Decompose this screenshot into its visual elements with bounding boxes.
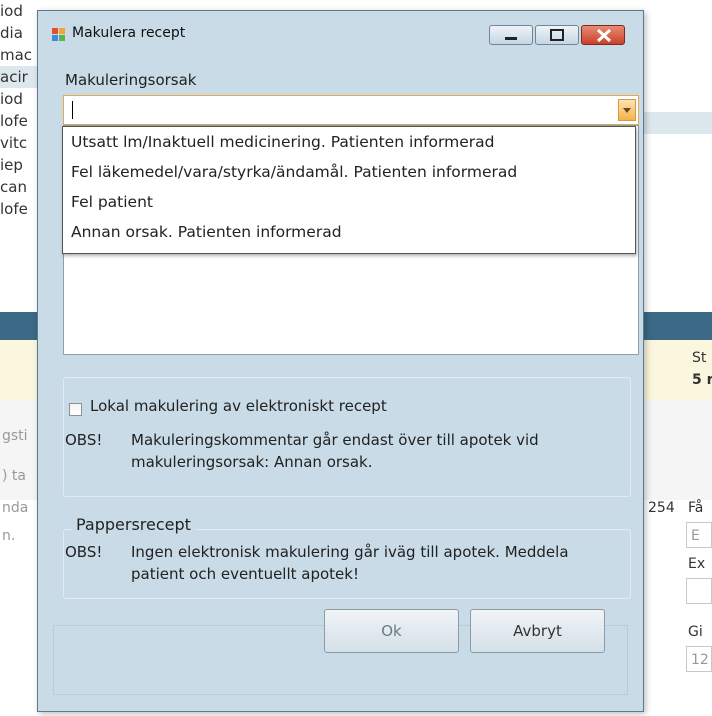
dialog-title: Makulera recept [72,25,186,41]
bg-st-label: St [692,350,707,366]
list-item[interactable]: lofe [0,198,28,220]
list-item[interactable]: vitc [0,132,27,154]
bg-gi-field[interactable]: 12 [686,646,712,672]
list-item[interactable]: iod [0,0,23,22]
bg-ta-label: ) ta [2,468,26,484]
maximize-button[interactable] [535,25,579,45]
ok-label: Ok [381,622,402,640]
list-item[interactable]: iod [0,88,23,110]
local-cancel-label[interactable]: Lokal makulering av elektroniskt recept [90,397,387,415]
obs-tag-1: OBS! [65,431,103,449]
bg-n-label: n. [2,528,16,544]
bg-ex-label: Ex [688,556,706,572]
app-icon [52,27,66,41]
obs-text-1-line1: Makuleringskommentar går endast över til… [131,431,539,449]
minimize-button[interactable] [489,25,533,45]
cancel-button[interactable]: Avbryt [470,609,605,653]
bg-gi-label: Gi [688,624,703,640]
bg-count-label: 5 r [692,372,712,388]
bg-fa-label: Få [688,500,704,516]
close-icon [596,28,612,43]
obs-text-1-line2: makuleringsorsak: Annan orsak. [131,453,373,471]
list-item[interactable]: can [0,176,27,198]
dropdown-arrow-icon [623,108,631,113]
dropdown-option[interactable]: Utsatt lm/Inaktuell medicinering. Patien… [63,127,635,157]
paper-group [63,529,631,599]
obs-tag-2: OBS! [65,543,103,561]
bg-nda-label: nda [2,500,29,516]
obs-text-2-line1: Ingen elektronisk makulering går iväg ti… [131,543,569,561]
dropdown-button[interactable] [618,99,636,121]
close-button[interactable] [581,25,625,45]
reason-dropdown-list: Utsatt lm/Inaktuell medicinering. Patien… [62,126,636,254]
dropdown-option[interactable]: Annan orsak. Patienten informerad [63,217,635,247]
local-cancel-checkbox[interactable] [69,403,82,416]
bg-ex-field[interactable] [686,578,712,604]
bg-gst-label: gsti [2,428,28,444]
bg-e-field[interactable]: E [686,522,712,548]
text-caret [72,101,73,119]
reason-combobox[interactable] [63,95,639,125]
dialog-titlebar[interactable]: Makulera recept [38,11,643,55]
cancel-label: Avbryt [513,622,562,640]
list-item[interactable]: iep [0,154,23,176]
maximize-icon [550,29,564,41]
ok-button[interactable]: Ok [324,609,459,653]
paper-group-label: Pappersrecept [72,515,195,534]
list-item[interactable]: mac [0,44,32,66]
bg-number: 254 [648,500,675,516]
background-selected-row [640,112,712,134]
reason-label: Makuleringsorsak [65,71,197,89]
cancel-prescription-dialog: Makulera recept Makuleringsorsak Lokal m… [37,10,644,712]
dropdown-option[interactable]: Fel patient [63,187,635,217]
list-item[interactable]: lofe [0,110,28,132]
obs-text-2-line2: patient och eventuellt apotek! [131,565,359,583]
list-item[interactable]: dia [0,22,23,44]
dropdown-option[interactable]: Fel läkemedel/vara/styrka/ändamål. Patie… [63,157,635,187]
minimize-icon [505,37,517,40]
